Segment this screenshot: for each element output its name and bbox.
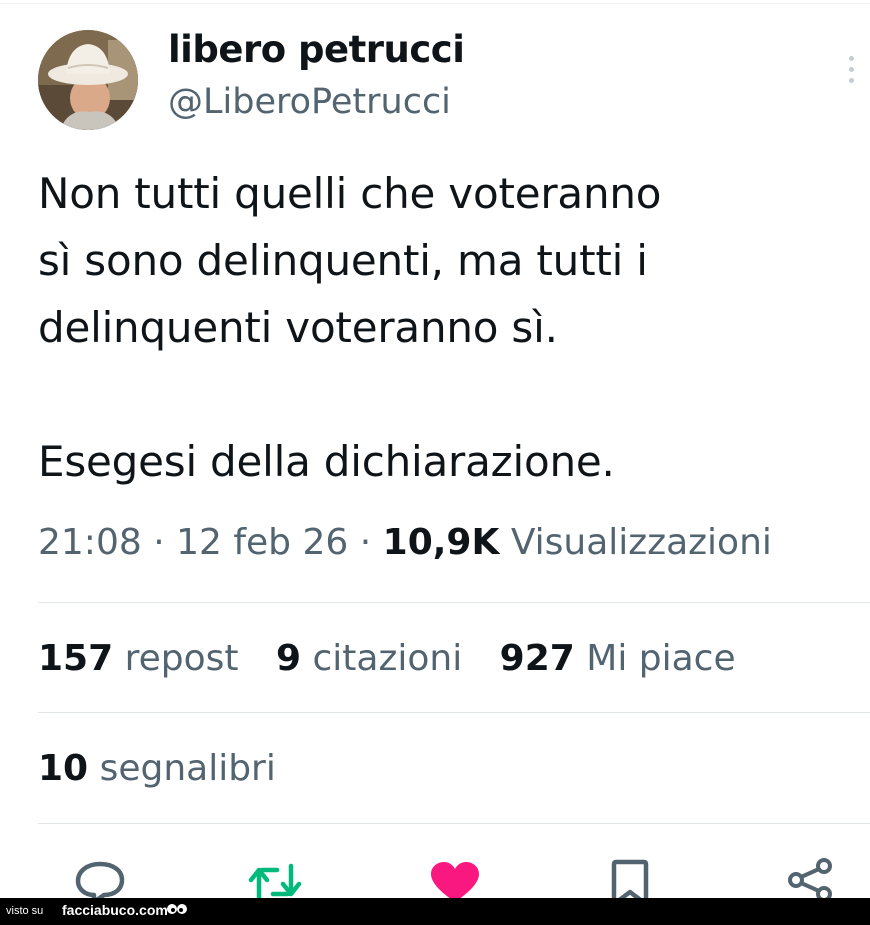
share-icon	[788, 858, 832, 902]
watermark-brand: facciabuco.com	[62, 902, 168, 918]
avatar-image	[38, 30, 138, 130]
reply-icon	[75, 861, 125, 905]
tweet-text: Non tutti quelli che voteranno sì sono d…	[38, 160, 838, 495]
top-border	[0, 3, 870, 4]
eyes-logo-icon	[167, 904, 187, 914]
more-options-icon[interactable]	[841, 50, 861, 90]
reposts-label: repost	[124, 638, 239, 679]
heart-icon	[431, 862, 479, 902]
engagement-stats: 157 repost 9 citazioni 927 Mi piace	[38, 638, 762, 679]
tweet-date[interactable]: 12 feb 26	[176, 522, 348, 563]
reply-button[interactable]	[70, 858, 130, 905]
meta-separator: ·	[153, 522, 165, 563]
display-name[interactable]: libero petrucci	[168, 28, 465, 71]
quotes-label: citazioni	[312, 638, 463, 679]
divider	[38, 712, 870, 713]
bookmarks-stat[interactable]: 10 segnalibri	[38, 748, 276, 789]
reposts-stat[interactable]: 157 repost	[38, 638, 239, 679]
tweet-meta: 21:08 · 12 feb 26 · 10,9K Visualizzazion…	[38, 522, 772, 563]
user-handle[interactable]: @LiberoPetrucci	[168, 82, 451, 122]
quotes-count: 9	[275, 638, 302, 679]
share-button[interactable]	[780, 858, 840, 902]
divider	[38, 602, 870, 603]
tweet-text-line: sì sono delinquenti, ma tutti i	[38, 236, 648, 285]
likes-label: Mi piace	[586, 638, 736, 679]
avatar[interactable]	[38, 30, 138, 130]
bookmark-icon	[611, 859, 649, 907]
tweet-text-line: Non tutti quelli che voteranno	[38, 169, 662, 218]
likes-count: 927	[499, 638, 575, 679]
reposts-count: 157	[38, 638, 114, 679]
tweet-text-line: Esegesi della dichiarazione.	[38, 437, 615, 486]
likes-stat[interactable]: 927 Mi piace	[500, 638, 736, 679]
watermark-prefix: visto su	[6, 905, 44, 917]
divider	[38, 823, 870, 824]
repost-button[interactable]	[245, 858, 305, 901]
views-count: 10,9K	[382, 522, 500, 563]
tweet-time[interactable]: 21:08	[38, 522, 142, 563]
bookmark-button[interactable]	[600, 858, 660, 907]
repost-icon	[248, 863, 302, 901]
bookmarks-count: 10	[38, 748, 89, 789]
like-button[interactable]	[425, 858, 485, 902]
tweet-text-line: delinquenti voteranno sì.	[38, 303, 558, 352]
bookmarks-label: segnalibri	[99, 748, 276, 789]
watermark-bar: visto su facciabuco.com	[0, 898, 870, 925]
views-label: Visualizzazioni	[510, 522, 772, 563]
meta-separator: ·	[359, 522, 372, 563]
quotes-stat[interactable]: 9 citazioni	[276, 638, 462, 679]
